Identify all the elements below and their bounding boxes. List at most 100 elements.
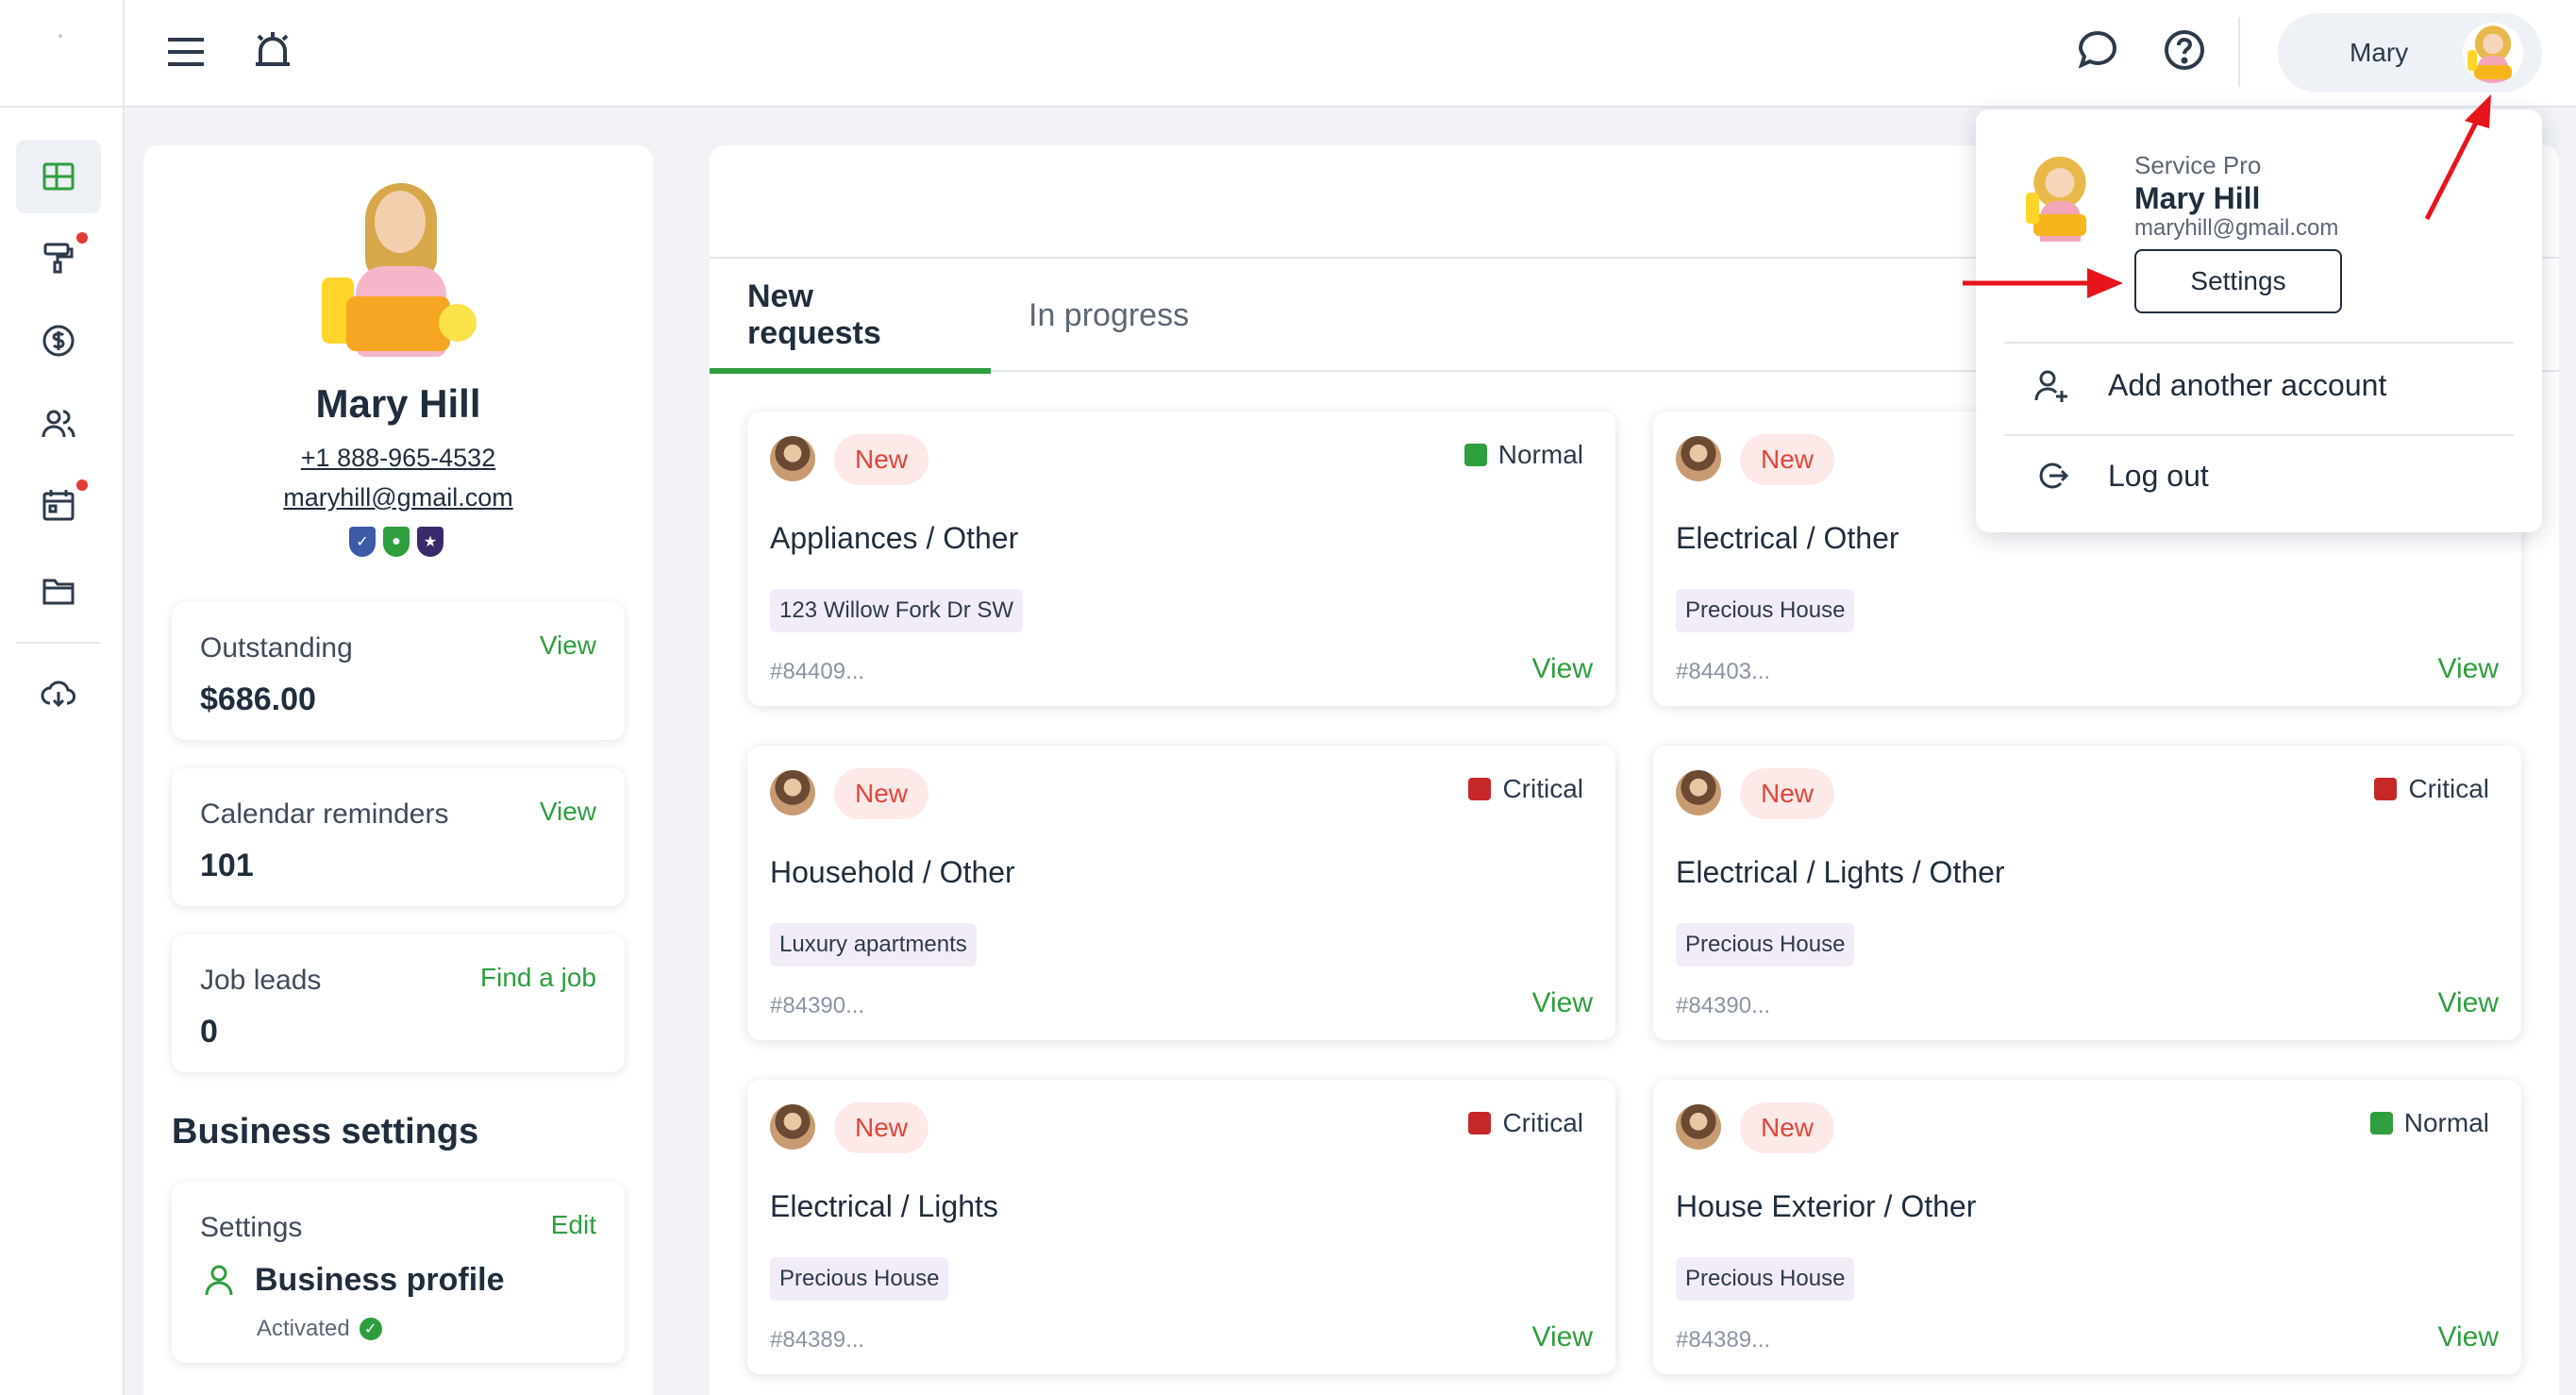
logout-icon xyxy=(2039,462,2069,489)
business-settings-title: Business settings xyxy=(172,1112,479,1151)
alarm-bell-icon xyxy=(256,32,290,66)
menu-button[interactable] xyxy=(164,30,208,74)
help-button[interactable] xyxy=(2163,28,2206,72)
request-id: #84403... xyxy=(1676,659,1771,684)
business-profile-row: Business profile xyxy=(200,1261,505,1299)
edit-link[interactable]: Edit xyxy=(551,1210,596,1240)
priority-label: Normal xyxy=(2403,1108,2489,1137)
dashboard-icon xyxy=(42,162,75,191)
shield-check-icon: ✓ xyxy=(349,527,376,557)
add-account-item[interactable]: Add another account xyxy=(2032,366,2386,404)
priority-indicator: Critical xyxy=(1468,1108,1583,1138)
location-tag: 123 Willow Fork Dr SW xyxy=(770,589,1024,632)
priority-label: Critical xyxy=(1502,774,1583,803)
account-email: maryhill@gmail.com xyxy=(2134,215,2339,241)
sidebar-item-download[interactable] xyxy=(16,657,101,731)
status-badge: New xyxy=(834,434,929,485)
client-avatar xyxy=(1676,436,1721,481)
business-profile-title: Business profile xyxy=(255,1261,505,1298)
stat-value: 0 xyxy=(200,1014,218,1050)
priority-label: Normal xyxy=(1497,440,1583,469)
stat-label: Job leads xyxy=(200,965,322,996)
business-profile-status: Activated ✓ xyxy=(257,1316,382,1342)
sidebar xyxy=(0,0,125,1395)
request-id: #84390... xyxy=(1676,993,1771,1018)
request-card[interactable]: New Normal House Exterior / Other Precio… xyxy=(1653,1080,2521,1374)
tab-new-requests[interactable]: New requests xyxy=(710,259,991,374)
topbar-separator xyxy=(2238,17,2240,87)
view-request-link[interactable]: View xyxy=(2438,1321,2499,1353)
paint-roller-icon xyxy=(43,243,74,274)
stat-value: 101 xyxy=(200,848,254,883)
alarm-button[interactable] xyxy=(251,28,294,72)
sidebar-item-clients[interactable] xyxy=(16,387,101,461)
notification-dot xyxy=(76,232,88,244)
request-card[interactable]: New Critical Electrical / Lights / Other… xyxy=(1653,746,2521,1040)
view-request-link[interactable]: View xyxy=(1532,987,1593,1019)
status-badge: New xyxy=(834,768,929,819)
priority-square-icon xyxy=(1468,778,1492,800)
sidebar-item-payments[interactable] xyxy=(16,304,101,378)
view-request-link[interactable]: View xyxy=(2438,987,2499,1019)
profile-photo xyxy=(309,183,488,362)
sidebar-divider xyxy=(16,642,101,644)
chat-button[interactable] xyxy=(2076,28,2119,72)
sidebar-item-dashboard[interactable] xyxy=(16,140,101,213)
app-root: Mary Mary Hill +1 888-965-4532 maryhill@… xyxy=(0,0,2576,1395)
check-circle-icon: ✓ xyxy=(359,1318,382,1340)
user-outline-icon xyxy=(205,1265,233,1296)
logout-label: Log out xyxy=(2108,458,2209,493)
profile-phone-link[interactable]: +1 888-965-4532 xyxy=(143,444,653,473)
view-request-link[interactable]: View xyxy=(1532,653,1593,685)
tab-in-progress[interactable]: In progress xyxy=(991,259,1227,372)
logout-item[interactable]: Log out xyxy=(2032,457,2209,495)
priority-indicator: Normal xyxy=(1464,440,1583,470)
stat-label: Calendar reminders xyxy=(200,798,449,830)
priority-square-icon xyxy=(2369,1112,2393,1134)
topbar: Mary xyxy=(125,0,2576,108)
request-card[interactable]: New Normal Appliances / Other 123 Willow… xyxy=(747,412,1615,706)
add-user-icon xyxy=(2034,370,2067,402)
folder-icon xyxy=(42,579,75,605)
sidebar-item-jobs[interactable] xyxy=(16,221,101,294)
request-card[interactable]: New Critical Household / Other Luxury ap… xyxy=(747,746,1615,1040)
priority-label: Critical xyxy=(2408,774,2489,803)
priority-indicator: Normal xyxy=(2369,1108,2489,1138)
profile-email-link[interactable]: maryhill@gmail.com xyxy=(143,483,653,513)
priority-square-icon xyxy=(1464,444,1487,466)
request-category: House Exterior / Other xyxy=(1676,1189,1977,1223)
view-request-link[interactable]: View xyxy=(1532,1321,1593,1353)
reminders-view-link[interactable]: View xyxy=(540,797,596,827)
user-name: Mary xyxy=(2350,38,2409,67)
tab-label: In progress xyxy=(1029,296,1190,333)
sidebar-item-files[interactable] xyxy=(16,553,101,627)
request-id: #84389... xyxy=(770,1327,865,1353)
view-request-link[interactable]: View xyxy=(2438,653,2499,685)
priority-label: Critical xyxy=(1502,1108,1583,1137)
settings-button[interactable]: Settings xyxy=(2134,249,2342,313)
request-category: Appliances / Other xyxy=(770,521,1019,555)
dropdown-divider xyxy=(2004,342,2514,344)
outstanding-view-link[interactable]: View xyxy=(540,630,596,661)
find-job-link[interactable]: Find a job xyxy=(480,963,596,993)
stat-value: $686.00 xyxy=(200,681,316,717)
shield-star-icon: ★ xyxy=(417,527,443,557)
chat-bubble-icon xyxy=(2078,30,2117,69)
location-tag: Precious House xyxy=(1676,589,1855,632)
request-card[interactable]: New Critical Electrical / Lights Preciou… xyxy=(747,1080,1615,1374)
request-id: #84390... xyxy=(770,993,865,1018)
request-category: Electrical / Other xyxy=(1676,521,1899,555)
user-menu-button[interactable]: Mary xyxy=(2278,13,2542,92)
outstanding-card: Outstanding View $686.00 xyxy=(172,602,625,740)
location-tag: Precious House xyxy=(1676,923,1855,966)
business-settings-card: Settings Edit Business profile Activated… xyxy=(172,1182,625,1363)
location-tag: Precious House xyxy=(1676,1257,1855,1301)
request-id: #84389... xyxy=(1676,1327,1771,1353)
status-text: Activated xyxy=(257,1316,350,1341)
request-category: Household / Other xyxy=(770,855,1015,889)
stat-label: Outstanding xyxy=(200,632,353,664)
sidebar-item-calendar[interactable] xyxy=(16,468,101,542)
user-avatar xyxy=(2463,23,2523,83)
shield-user-icon: ● xyxy=(383,527,410,557)
job-leads-card: Job leads Find a job 0 xyxy=(172,934,625,1072)
